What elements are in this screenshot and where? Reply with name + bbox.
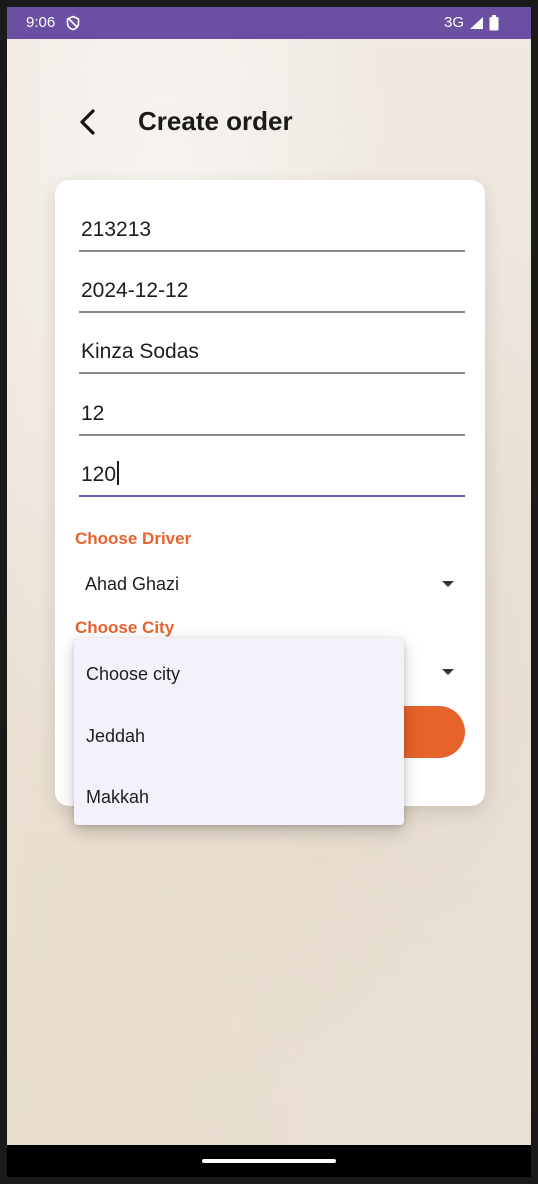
signal-icon [469, 16, 484, 30]
quantity-field[interactable]: 12 [79, 390, 465, 436]
navigation-bar [7, 1145, 531, 1177]
city-dropdown-menu: Choose city Jeddah Makkah [74, 638, 404, 825]
do-not-disturb-icon [65, 15, 81, 31]
order-number-field[interactable]: 213213 [79, 206, 465, 252]
price-value-wrap: 120 [81, 461, 120, 487]
status-time: 9:06 [26, 14, 56, 31]
menu-item-label: Choose city [86, 664, 181, 684]
chevron-left-icon [80, 109, 95, 135]
order-number-value: 213213 [81, 218, 152, 241]
device-frame: 9:06 3G Create order 213213 2024-12-12 K… [0, 0, 538, 1184]
menu-item-choose-city[interactable]: Choose city [74, 644, 404, 704]
driver-selected-value: Ahad Ghazi [85, 574, 180, 594]
driver-dropdown[interactable]: Ahad Ghazi [75, 564, 455, 604]
quantity-value: 12 [81, 402, 105, 425]
menu-item-label: Jeddah [86, 726, 146, 746]
menu-item-jeddah[interactable]: Jeddah [74, 706, 404, 766]
choose-city-label: Choose City [75, 618, 175, 637]
create-order-button[interactable] [395, 706, 465, 758]
text-cursor [117, 461, 120, 485]
battery-icon [489, 14, 499, 31]
price-value: 120 [81, 463, 117, 486]
dropdown-arrow-icon [442, 669, 454, 675]
menu-item-makkah[interactable]: Makkah [74, 767, 404, 827]
network-type-label: 3G [443, 14, 464, 31]
product-name-field[interactable]: Kinza Sodas [79, 328, 465, 374]
choose-driver-label: Choose Driver [75, 529, 192, 548]
price-field[interactable]: 120 [79, 451, 465, 497]
menu-item-label: Makkah [86, 787, 150, 807]
top-app-bar: Create order [7, 92, 531, 148]
home-indicator[interactable] [202, 1159, 336, 1163]
status-bar: 9:06 3G [7, 7, 531, 39]
status-right-icons: 3G [444, 14, 499, 31]
order-date-value: 2024-12-12 [81, 279, 189, 302]
dropdown-arrow-icon [442, 581, 454, 587]
product-name-value: Kinza Sodas [81, 340, 199, 363]
page-title: Create order [138, 106, 293, 136]
order-date-field[interactable]: 2024-12-12 [79, 267, 465, 313]
back-button[interactable] [71, 104, 107, 140]
app-screen: 9:06 3G Create order 213213 2024-12-12 K… [7, 7, 531, 1177]
